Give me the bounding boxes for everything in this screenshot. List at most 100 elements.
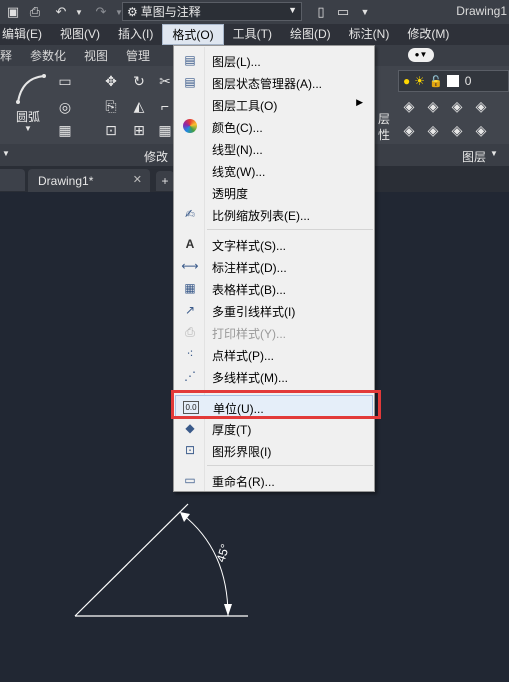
menu-separator (207, 465, 373, 466)
layer-tool-icon-4[interactable]: ◈ (472, 97, 490, 115)
sun-icon: ☀ (414, 74, 426, 88)
menu-view[interactable]: 视图(V) (51, 24, 109, 45)
menu-item-scale-list[interactable]: ✍ 比例缩放列表(E)... (175, 203, 373, 225)
menu-item-layer-state-manager[interactable]: ▤ 图层状态管理器(A)... (175, 71, 373, 93)
modify-panel-title[interactable]: 修改 (144, 148, 168, 165)
menu-item-thickness[interactable]: ◆ 厚度(T) (175, 417, 373, 439)
layer-name: 0 (464, 74, 472, 88)
mirror-icon[interactable]: ◭ (130, 97, 148, 115)
workspace-selector[interactable]: ⚙ 草图与注释 ▼ (122, 2, 302, 21)
tab-view[interactable]: 视图 (75, 47, 117, 64)
menu-dimension[interactable]: 标注(N) (340, 24, 399, 45)
tab-parametric[interactable]: 参数化 (21, 47, 75, 64)
layer-tool-icon-8[interactable]: ◈ (472, 121, 490, 139)
menu-draw[interactable]: 绘图(D) (281, 24, 340, 45)
arc-arrowhead-bottom (224, 604, 232, 616)
layer-panel-dropdown-icon[interactable]: ▼ (490, 149, 498, 158)
menu-item-mleader-style[interactable]: ↗ 多重引线样式(I) (175, 299, 373, 321)
plot-style-icon: ⎙ (185, 324, 195, 339)
arc-arrowhead-top (180, 512, 190, 522)
menu-item-mline-style[interactable]: ⋰ 多线样式(M)... (175, 365, 373, 387)
layer-tool-icon-6[interactable]: ◈ (424, 121, 442, 139)
rename-icon: ▭ (184, 473, 196, 487)
submenu-arrow-icon: ▶ (356, 97, 363, 107)
layer-dropdown[interactable]: ● ☀ 🔓 0 (398, 70, 509, 92)
angle-label: 45° (213, 542, 232, 564)
layer-panel-title[interactable]: 图层 (462, 148, 486, 165)
start-tab[interactable] (0, 169, 25, 191)
undo-icon[interactable]: ↶ (52, 3, 70, 21)
layer-tool-icon-5[interactable]: ◈ (400, 121, 418, 139)
close-icon[interactable]: ✕ (133, 173, 142, 186)
array-icon[interactable]: ▦ (156, 121, 174, 139)
move-icon[interactable]: ✥ (102, 72, 120, 90)
tab-annotate[interactable]: 释 (0, 47, 21, 64)
tab-drawing1-label: Drawing1* (38, 173, 94, 188)
limits-icon: ⊡ (184, 443, 196, 457)
arc-dropdown-icon[interactable]: ▼ (24, 124, 32, 133)
new-tab-button[interactable]: + (156, 171, 174, 191)
slant-line (74, 503, 189, 617)
layer-tool-icon-7[interactable]: ◈ (448, 121, 466, 139)
menu-item-dim-style[interactable]: ⟷ 标注样式(D)... (175, 255, 373, 277)
share-icon[interactable]: ▯ (312, 3, 330, 21)
menu-separator (207, 229, 373, 230)
menu-item-point-style[interactable]: ⁖ 点样式(P)... (175, 343, 373, 365)
menu-item-drawing-limits[interactable]: ⊡ 图形界限(I) (175, 439, 373, 461)
menu-insert[interactable]: 插入(I) (109, 24, 162, 45)
layer-tool-icon-1[interactable]: ◈ (400, 97, 418, 115)
undo-dropdown-icon[interactable]: ▼ (70, 3, 88, 21)
menu-item-table-style[interactable]: ▦ 表格样式(B)... (175, 277, 373, 299)
print-icon[interactable]: ⎙ (26, 3, 44, 21)
fillet-icon[interactable]: ⌐ (156, 97, 174, 115)
menu-item-transparency[interactable]: 透明度 (175, 181, 373, 203)
hatch-icon[interactable]: ◎ (56, 98, 74, 116)
lock-icon: 🔓 (429, 75, 443, 88)
save-icon[interactable]: ▣ (4, 3, 22, 21)
menu-item-text-style[interactable]: A 文字样式(S)... (175, 233, 373, 255)
format-menu-dropdown: ▤ 图层(L)... ▤ 图层状态管理器(A)... 图层工具(O) ▶ 颜色(… (173, 45, 375, 492)
menu-format[interactable]: 格式(O) (162, 24, 224, 45)
region-icon[interactable]: ▦ (56, 121, 74, 139)
arc-icon[interactable] (14, 72, 48, 106)
menu-item-lineweight[interactable]: 线宽(W)... (175, 159, 373, 181)
copy-icon[interactable]: ⎘ (102, 97, 120, 115)
menu-item-layer-tools[interactable]: 图层工具(O) ▶ (175, 93, 373, 115)
gear-icon: ⚙ (127, 4, 138, 19)
customize-dropdown-icon[interactable]: ▼ (356, 3, 374, 21)
scale-icon[interactable]: ⊞ (130, 121, 148, 139)
draw-panel-dropdown-icon[interactable]: ▼ (2, 149, 10, 158)
arc-label[interactable]: 圆弧 (16, 108, 40, 125)
menu-item-color[interactable]: 颜色(C)... (175, 115, 373, 137)
menu-modify[interactable]: 修改(M) (398, 24, 458, 45)
layer-color-swatch (446, 75, 459, 87)
color-wheel-icon (181, 118, 199, 134)
scale-list-icon: ✍ (184, 207, 196, 221)
redo-icon[interactable]: ↷ (92, 3, 110, 21)
rotate-icon[interactable]: ↻ (130, 72, 148, 90)
tab-manage[interactable]: 管理 (117, 47, 159, 64)
layer-tool-icon-2[interactable]: ◈ (424, 97, 442, 115)
menu-item-layer[interactable]: ▤ 图层(L)... (175, 49, 373, 71)
layer-props-label-2[interactable]: 性 (378, 126, 390, 143)
menu-item-linetype[interactable]: 线型(N)... (175, 137, 373, 159)
chevron-down-icon: ▼ (288, 5, 297, 15)
layer-state-icon: ▤ (184, 75, 196, 89)
ribbon-options-icon[interactable]: ●▼ (408, 48, 434, 62)
title-bar: ▣ ⎙ ↶ ▼ ↷ ▼ ⚙ 草图与注释 ▼ ▯ ▭ ▼ Drawing1 (0, 0, 509, 24)
menu-tools[interactable]: 工具(T) (224, 24, 281, 45)
stretch-icon[interactable]: ⊡ (102, 121, 120, 139)
layer-tool-icon-3[interactable]: ◈ (448, 97, 466, 115)
tab-drawing1[interactable]: Drawing1* ✕ (28, 169, 150, 192)
publish-icon[interactable]: ▭ (334, 3, 352, 21)
trim-icon[interactable]: ✂ (156, 72, 174, 90)
menu-edit[interactable]: 编辑(E) (0, 24, 51, 45)
layer-props-label-1[interactable]: 层 (378, 110, 390, 127)
layers-icon: ▤ (184, 53, 196, 67)
highlight-box (171, 390, 381, 419)
mleader-style-icon: ↗ (184, 303, 196, 317)
angle-arc (181, 513, 229, 617)
menu-item-rename[interactable]: ▭ 重命名(R)... (175, 469, 373, 491)
rectangle-icon[interactable]: ▭ (56, 72, 74, 90)
mline-style-icon: ⋰ (184, 369, 196, 383)
